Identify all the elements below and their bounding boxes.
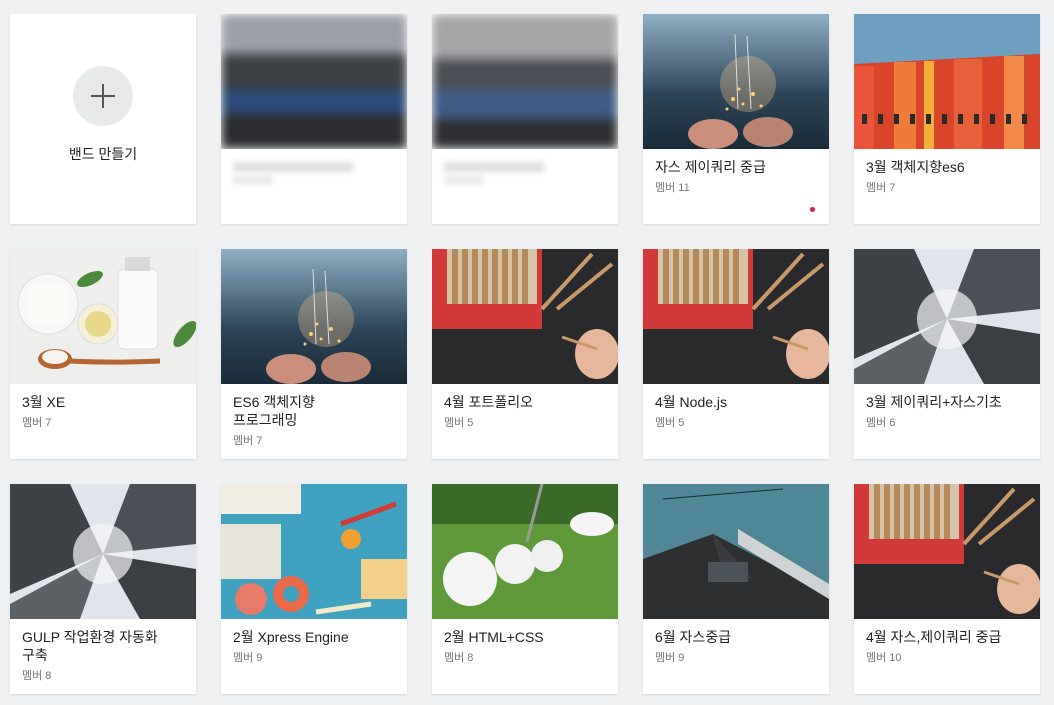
band-card[interactable]: 4월 Node.js 멤버 5: [643, 249, 829, 459]
band-member-count: 멤버 7: [22, 417, 52, 429]
band-card[interactable]: 4월 자스,제이쿼리 중급 멤버 10: [854, 484, 1040, 694]
band-name: 3월 제이쿼리+자스기초: [866, 394, 1002, 410]
band-name: 자스 제이쿼리 중급: [655, 159, 766, 175]
band-cover-image: [432, 14, 618, 149]
create-band-label: 밴드 만들기: [68, 146, 138, 162]
create-band-card[interactable]: 밴드 만들기: [10, 14, 196, 224]
band-cover-image-cosmetics: [10, 249, 196, 384]
band-card[interactable]: ES6 객체지향 프로그래밍 멤버 7: [221, 249, 407, 459]
band-member-count: 멤버 7: [233, 435, 263, 447]
band-name: 3월 XE: [22, 394, 66, 410]
band-member-count: 멤버 7: [866, 182, 896, 194]
band-member-count: 멤버 11: [655, 182, 690, 194]
band-name: 6월 자스중급: [655, 629, 732, 645]
band-member-count: 멤버 9: [233, 652, 263, 664]
band-cover-image-sparklers: [221, 249, 407, 384]
band-card[interactable]: GULP 작업환경 자동화 구축 멤버 8: [10, 484, 196, 694]
band-member-count: 멤버 6: [866, 417, 896, 429]
band-name: 4월 Node.js: [655, 394, 728, 410]
plus-icon: [73, 66, 133, 126]
band-member-count: 멤버 5: [444, 417, 474, 429]
band-name: 3월 객체지향es6: [866, 159, 965, 175]
band-card[interactable]: 2월 Xpress Engine 멤버 9: [221, 484, 407, 694]
band-member-count: 멤버 10: [866, 652, 902, 664]
band-member-count: 멤버 8: [444, 652, 474, 664]
band-card-blurred-1[interactable]: [221, 14, 407, 224]
band-cover-image-sparklers: [643, 14, 829, 149]
band-card[interactable]: 6월 자스중급 멤버 9: [643, 484, 829, 694]
band-card[interactable]: 2월 HTML+CSS 멤버 8: [432, 484, 618, 694]
band-name: 2월 HTML+CSS: [444, 629, 544, 645]
band-cover-image-pencils: [643, 249, 829, 384]
band-card[interactable]: 3월 객체지향es6 멤버 7: [854, 14, 1040, 224]
band-cover-image-skyscrapers: [10, 484, 196, 619]
band-cover-image-pencils: [854, 484, 1040, 619]
band-cover-image-golf: [432, 484, 618, 619]
band-name: 2월 Xpress Engine: [233, 629, 349, 645]
band-member-count: 멤버 9: [655, 652, 685, 664]
band-cover-image-skyscrapers: [854, 249, 1040, 384]
band-cover-image-house: [643, 484, 829, 619]
band-card[interactable]: 3월 제이쿼리+자스기초 멤버 6: [854, 249, 1040, 459]
band-name: GULP 작업환경 자동화 구축: [22, 629, 158, 663]
band-name: 4월 자스,제이쿼리 중급: [866, 629, 1002, 645]
band-cover-image-pencils: [432, 249, 618, 384]
band-member-count: 멤버 5: [655, 417, 685, 429]
band-card[interactable]: 4월 포트폴리오 멤버 5: [432, 249, 618, 459]
band-name: 4월 포트폴리오: [444, 394, 533, 410]
band-card[interactable]: 자스 제이쿼리 중급 멤버 11: [643, 14, 829, 224]
band-cover-image-craft-tools: [221, 484, 407, 619]
band-card[interactable]: 3월 XE 멤버 7: [10, 249, 196, 459]
band-card-blurred-2[interactable]: [432, 14, 618, 224]
band-cover-image: [221, 14, 407, 149]
new-post-dot-icon: [810, 207, 815, 212]
band-member-count: 멤버 8: [22, 670, 52, 682]
band-cover-image-building: [854, 14, 1040, 149]
band-name: ES6 객체지향 프로그래밍: [233, 394, 315, 428]
